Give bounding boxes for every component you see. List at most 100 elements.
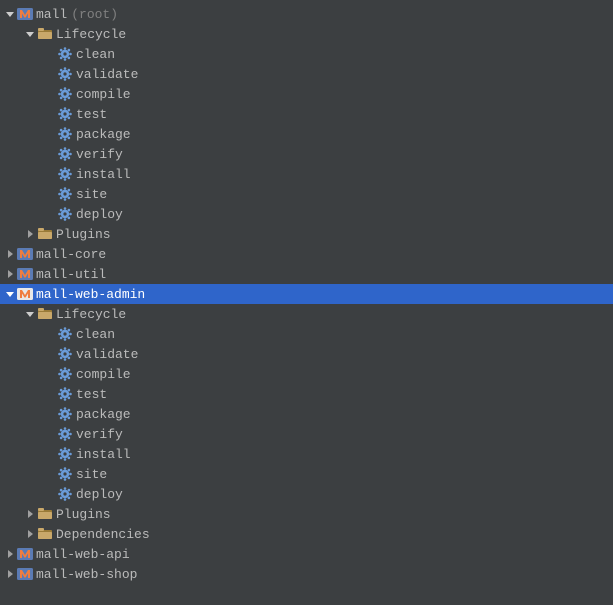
goal-site[interactable]: site <box>0 184 613 204</box>
gear-icon <box>56 66 74 82</box>
tree-item-label: mall <box>34 7 67 22</box>
gear-icon <box>56 186 74 202</box>
tree-item-label: validate <box>74 347 138 362</box>
maven-module-icon <box>16 247 34 261</box>
tree-item-label: clean <box>74 327 115 342</box>
tree-item-label: Lifecycle <box>54 27 126 42</box>
gear-icon <box>56 346 74 362</box>
gear-icon <box>56 366 74 382</box>
chevron-right-icon[interactable] <box>4 549 16 559</box>
tree-item-label: mall-web-api <box>34 547 130 562</box>
tree-item-label: deploy <box>74 207 123 222</box>
tree-item-label: Lifecycle <box>54 307 126 322</box>
tree-item-label: compile <box>74 367 131 382</box>
tree-item-label: mall-util <box>34 267 106 282</box>
goal-deploy-2[interactable]: deploy <box>0 484 613 504</box>
tree-item-label: test <box>74 107 107 122</box>
gear-icon <box>56 106 74 122</box>
goal-verify[interactable]: verify <box>0 144 613 164</box>
chevron-right-icon[interactable] <box>24 229 36 239</box>
tree-item-label: mall-core <box>34 247 106 262</box>
chevron-down-icon[interactable] <box>4 9 16 19</box>
goal-compile-2[interactable]: compile <box>0 364 613 384</box>
goal-validate-2[interactable]: validate <box>0 344 613 364</box>
tree-item-label: deploy <box>74 487 123 502</box>
chevron-right-icon[interactable] <box>4 249 16 259</box>
module-mall-web-api[interactable]: mall-web-api <box>0 544 613 564</box>
plugins-folder[interactable]: Plugins <box>0 224 613 244</box>
maven-module-icon <box>16 287 34 301</box>
tree-item-label: install <box>74 447 131 462</box>
folder-icon <box>36 227 54 241</box>
gear-icon <box>56 46 74 62</box>
tree-item-label: mall-web-admin <box>34 287 145 302</box>
tree-item-label: compile <box>74 87 131 102</box>
tree-item-suffix: (root) <box>67 7 118 22</box>
module-mall-web-shop[interactable]: mall-web-shop <box>0 564 613 584</box>
chevron-right-icon[interactable] <box>4 569 16 579</box>
goal-test-2[interactable]: test <box>0 384 613 404</box>
gear-icon <box>56 486 74 502</box>
chevron-right-icon[interactable] <box>4 269 16 279</box>
gear-icon <box>56 386 74 402</box>
plugins-folder-2[interactable]: Plugins <box>0 504 613 524</box>
goal-install[interactable]: install <box>0 164 613 184</box>
tree-item-label: site <box>74 467 107 482</box>
gear-icon <box>56 406 74 422</box>
gear-icon <box>56 426 74 442</box>
goal-clean[interactable]: clean <box>0 44 613 64</box>
folder-icon <box>36 507 54 521</box>
module-mall-web-admin[interactable]: mall-web-admin <box>0 284 613 304</box>
chevron-down-icon[interactable] <box>24 29 36 39</box>
folder-icon <box>36 27 54 41</box>
tree-item-label: site <box>74 187 107 202</box>
goal-package[interactable]: package <box>0 124 613 144</box>
module-mall-core[interactable]: mall-core <box>0 244 613 264</box>
goal-verify-2[interactable]: verify <box>0 424 613 444</box>
tree-item-label: Plugins <box>54 507 111 522</box>
gear-icon <box>56 466 74 482</box>
tree-item-label: verify <box>74 147 123 162</box>
gear-icon <box>56 166 74 182</box>
tree-item-label: validate <box>74 67 138 82</box>
maven-module-icon <box>16 547 34 561</box>
dependencies-folder[interactable]: Dependencies <box>0 524 613 544</box>
module-mall[interactable]: mall(root) <box>0 4 613 24</box>
gear-icon <box>56 326 74 342</box>
tree-item-label: package <box>74 127 131 142</box>
folder-icon <box>36 527 54 541</box>
chevron-right-icon[interactable] <box>24 529 36 539</box>
lifecycle-folder-2[interactable]: Lifecycle <box>0 304 613 324</box>
gear-icon <box>56 86 74 102</box>
chevron-right-icon[interactable] <box>24 509 36 519</box>
tree-item-label: test <box>74 387 107 402</box>
maven-module-icon <box>16 567 34 581</box>
chevron-down-icon[interactable] <box>24 309 36 319</box>
goal-compile[interactable]: compile <box>0 84 613 104</box>
goal-clean-2[interactable]: clean <box>0 324 613 344</box>
tree-item-label: Plugins <box>54 227 111 242</box>
gear-icon <box>56 146 74 162</box>
gear-icon <box>56 206 74 222</box>
goal-install-2[interactable]: install <box>0 444 613 464</box>
maven-module-icon <box>16 7 34 21</box>
goal-site-2[interactable]: site <box>0 464 613 484</box>
maven-projects-tree[interactable]: mall(root) Lifecycle clean validate compile t… <box>0 0 613 584</box>
folder-icon <box>36 307 54 321</box>
tree-item-label: verify <box>74 427 123 442</box>
module-mall-util[interactable]: mall-util <box>0 264 613 284</box>
lifecycle-folder[interactable]: Lifecycle <box>0 24 613 44</box>
gear-icon <box>56 446 74 462</box>
tree-item-label: clean <box>74 47 115 62</box>
chevron-down-icon[interactable] <box>4 289 16 299</box>
tree-item-label: Dependencies <box>54 527 150 542</box>
goal-package-2[interactable]: package <box>0 404 613 424</box>
goal-deploy[interactable]: deploy <box>0 204 613 224</box>
tree-item-label: mall-web-shop <box>34 567 137 582</box>
gear-icon <box>56 126 74 142</box>
goal-validate[interactable]: validate <box>0 64 613 84</box>
maven-module-icon <box>16 267 34 281</box>
tree-item-label: install <box>74 167 131 182</box>
tree-item-label: package <box>74 407 131 422</box>
goal-test[interactable]: test <box>0 104 613 124</box>
